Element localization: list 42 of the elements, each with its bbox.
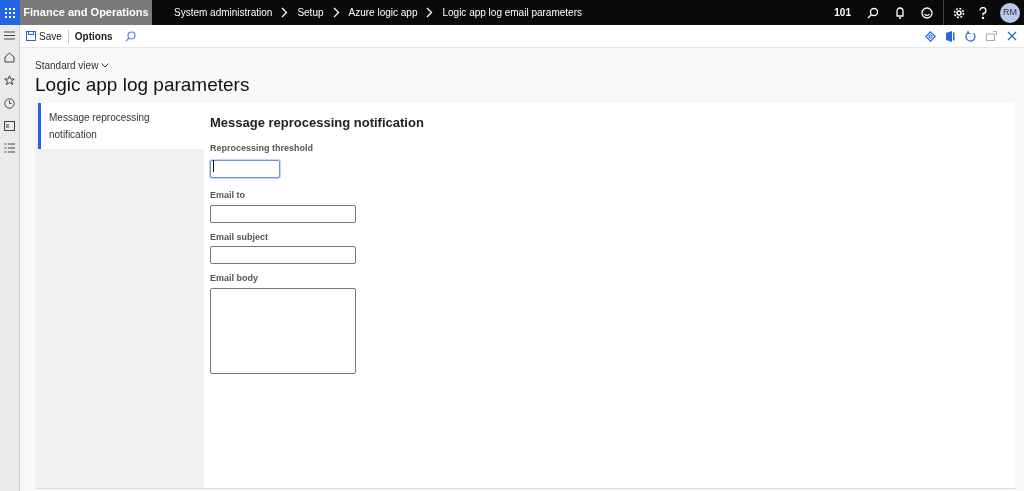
field-label: Reprocessing threshold (210, 141, 315, 155)
smiley-icon[interactable] (921, 6, 933, 19)
diamond-icon[interactable] (925, 30, 936, 42)
refresh-icon[interactable] (965, 30, 976, 42)
home-icon[interactable] (4, 52, 15, 63)
field-label: Email subject (210, 230, 270, 244)
input-field[interactable] (210, 160, 280, 178)
search-icon[interactable] (867, 6, 879, 19)
chevron-down-icon (101, 63, 110, 68)
app-launcher-button[interactable] (0, 0, 20, 25)
menu-icon[interactable] (4, 31, 15, 40)
help-icon[interactable] (979, 6, 987, 19)
input-field[interactable] (210, 246, 356, 264)
app-name[interactable]: Finance and Operations (20, 0, 152, 25)
field-label: Email body (210, 272, 259, 285)
view-selector[interactable]: Standard view (35, 58, 110, 73)
section-heading: Message reprocessing notification (210, 114, 425, 132)
text-cursor (213, 160, 214, 172)
text-area[interactable] (210, 287, 356, 374)
section-tab[interactable]: Message reprocessing notification (38, 103, 204, 149)
breadcrumb-link[interactable]: Azure logic app (348, 5, 418, 20)
bell-icon[interactable] (895, 6, 905, 19)
field-label: Email to (210, 189, 246, 202)
company-selector[interactable]: 101 (834, 5, 851, 20)
save-button[interactable]: Save (26, 28, 62, 44)
workspace-icon[interactable] (4, 121, 15, 131)
office-icon[interactable] (946, 30, 955, 42)
breadcrumb-link[interactable]: Logic app log email parameters (442, 5, 582, 20)
close-icon[interactable] (1007, 31, 1017, 41)
options-button[interactable]: Options (74, 28, 113, 44)
breadcrumb-link[interactable]: System administration (174, 5, 273, 20)
settings-icon[interactable] (953, 6, 965, 19)
input-field[interactable] (210, 204, 356, 223)
star-icon[interactable] (4, 75, 15, 86)
breadcrumb-link[interactable]: Setup (297, 5, 324, 20)
chevron-icon (281, 7, 289, 18)
chevron-icon (332, 7, 340, 18)
page-title: Logic app log parameters (35, 73, 251, 97)
user-avatar[interactable]: RM (1000, 2, 1020, 23)
clock-icon[interactable] (4, 98, 15, 109)
waffle-icon (5, 7, 15, 18)
chevron-icon (426, 7, 434, 18)
